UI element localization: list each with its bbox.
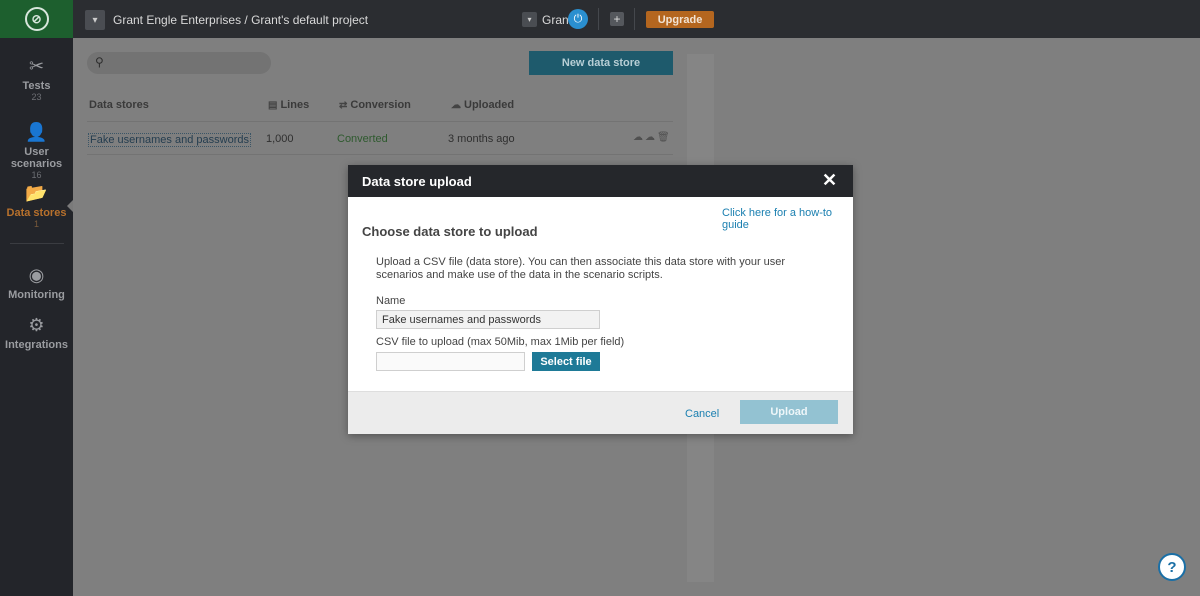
csv-file-field[interactable] [376, 352, 525, 371]
name-label: Name [376, 295, 406, 307]
table-divider [87, 154, 673, 155]
divider [598, 8, 599, 30]
add-button[interactable]: + [610, 12, 624, 26]
column-header-uploaded[interactable]: ☁ Uploaded [451, 99, 514, 111]
document-icon: ▤ [268, 100, 278, 111]
chevron-down-icon: ▾ [527, 15, 532, 24]
data-store-conversion: Converted [337, 133, 388, 145]
sidebar-item-label: User scenarios [10, 146, 63, 170]
how-to-guide-link[interactable]: Click here for a how-to guide [722, 207, 853, 231]
column-header-data-stores[interactable]: Data stores [89, 99, 149, 111]
sidebar-item-label: Data stores [6, 207, 67, 219]
cancel-button[interactable]: Cancel [685, 408, 719, 420]
table-divider [87, 121, 673, 122]
sidebar-item-count: 1 [33, 219, 39, 229]
user-scenario-icon: 👤 [25, 122, 48, 142]
column-header-label: Conversion [350, 99, 411, 111]
sidebar-item-count: 16 [31, 170, 42, 180]
cloud-upload-icon: ☁ [451, 100, 461, 111]
row-actions: ☁☁🗑 [633, 132, 672, 143]
sidebar-item-integrations[interactable]: ⚙ Integrations [0, 315, 73, 351]
trash-icon[interactable]: 🗑 [657, 132, 672, 143]
sidebar-item-data-stores[interactable]: 📂 Data stores 1 [0, 183, 73, 229]
sidebar: ✂ Tests 23 👤 User scenarios 16 📂 Data st… [0, 38, 73, 596]
tools-icon: ✂ [28, 56, 45, 76]
column-header-lines[interactable]: ▤ Lines [268, 99, 309, 111]
column-header-label: Uploaded [464, 99, 515, 111]
search-icon: ⚲ [95, 55, 104, 69]
csv-file-label: CSV file to upload (max 50Mib, max 1Mib … [376, 336, 625, 348]
cloud-download-icon[interactable]: ☁ [633, 132, 645, 143]
user-dropdown-toggle[interactable]: ▾ [522, 12, 537, 27]
upgrade-button[interactable]: Upgrade [646, 11, 714, 28]
select-file-button[interactable]: Select file [532, 352, 600, 371]
convert-icon: ⇄ [339, 100, 348, 111]
sidebar-divider [10, 243, 64, 244]
divider [634, 8, 635, 30]
new-data-store-button[interactable]: New data store [529, 51, 673, 75]
sidebar-item-label: Monitoring [8, 289, 65, 301]
brand-logo[interactable]: ⊘ [0, 0, 73, 38]
sidebar-item-user-scenarios[interactable]: 👤 User scenarios 16 [0, 122, 73, 180]
brand-logo-icon: ⊘ [24, 7, 49, 31]
modal-footer: Cancel Upload [348, 391, 853, 434]
data-store-uploaded: 3 months ago [448, 133, 515, 145]
power-icon[interactable]: ⏻ [568, 9, 588, 29]
section-title: Choose data store to upload [362, 224, 538, 239]
name-field[interactable] [376, 310, 600, 329]
upload-description: Upload a CSV file (data store). You can … [376, 256, 786, 281]
project-breadcrumb[interactable]: Grant Engle Enterprises / Grant's defaul… [113, 13, 368, 27]
sidebar-item-label: Tests [22, 80, 51, 92]
binoculars-icon: ◉ [28, 265, 45, 285]
search-input[interactable]: ⚲ [87, 52, 271, 74]
modal-header: Data store upload ✕ [348, 165, 853, 197]
cloud-upload-icon[interactable]: ☁ [645, 132, 657, 143]
modal-title: Data store upload [362, 174, 472, 189]
data-store-lines: 1,000 [266, 133, 294, 145]
top-bar: ⊘ ▾ Grant Engle Enterprises / Grant's de… [0, 0, 1200, 38]
close-icon[interactable]: ✕ [822, 171, 837, 189]
sidebar-item-count: 23 [31, 92, 42, 102]
upload-button[interactable]: Upload [740, 400, 838, 424]
sidebar-item-tests[interactable]: ✂ Tests 23 [0, 56, 73, 102]
sidebar-item-label: Integrations [5, 339, 68, 351]
column-header-conversion[interactable]: ⇄ Conversion [339, 99, 411, 111]
puzzle-icon: ⚙ [28, 315, 45, 335]
chevron-down-icon: ▾ [92, 14, 98, 26]
data-store-name-link[interactable]: Fake usernames and passwords [88, 133, 251, 147]
help-button[interactable]: ? [1158, 553, 1186, 581]
folder-icon: 📂 [25, 183, 48, 203]
data-store-upload-modal: Data store upload ✕ Click here for a how… [348, 165, 853, 434]
sidebar-item-monitoring[interactable]: ◉ Monitoring [0, 265, 73, 301]
column-header-label: Lines [280, 99, 310, 111]
project-dropdown-toggle[interactable]: ▾ [85, 10, 105, 30]
